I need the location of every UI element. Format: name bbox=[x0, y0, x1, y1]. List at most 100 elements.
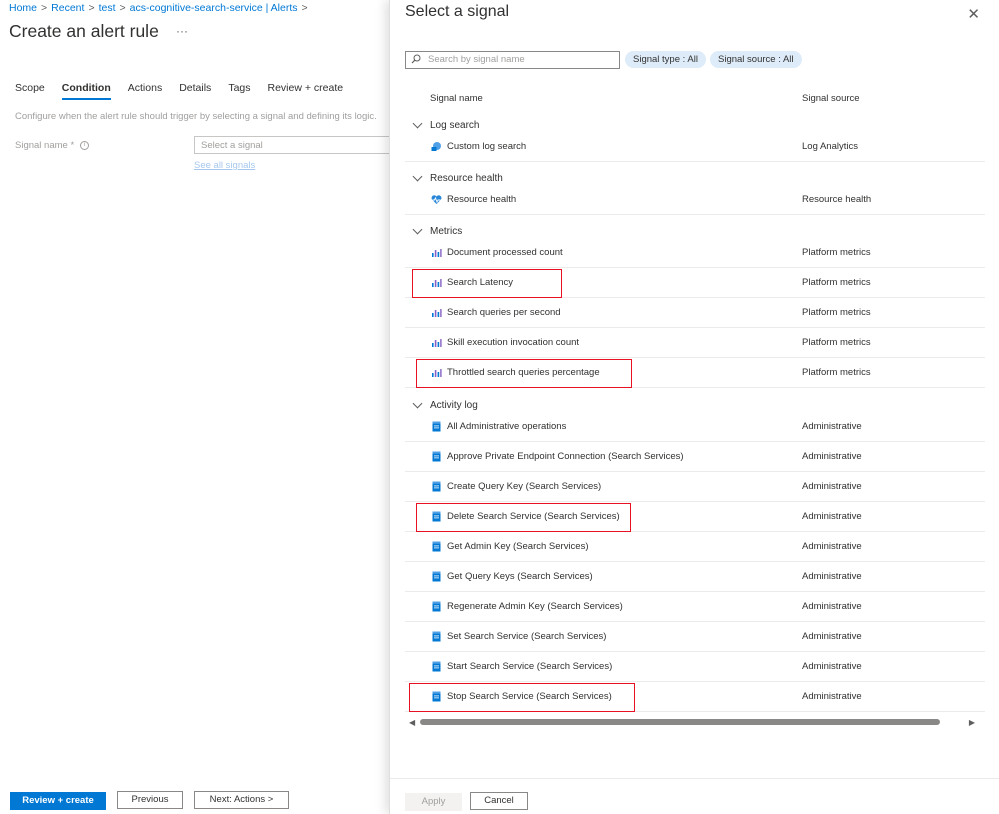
wizard-tabs: Scope Condition Actions Details Tags Rev… bbox=[15, 82, 360, 100]
create-alert-rule-blade: Home > Recent > test > acs-cognitive-search-se… bbox=[0, 0, 389, 814]
signal-row[interactable]: All Administrative operations Administrat… bbox=[405, 412, 985, 442]
metric-icon bbox=[431, 307, 442, 318]
signal-name: Search queries per second bbox=[447, 307, 561, 318]
signal-source: Platform metrics bbox=[802, 367, 871, 378]
next-actions-button[interactable]: Next: Actions > bbox=[194, 791, 289, 809]
scrollbar-thumb[interactable] bbox=[420, 719, 940, 725]
signal-source: Resource health bbox=[802, 194, 872, 205]
activity-log-icon bbox=[431, 451, 442, 462]
column-header-signal-name[interactable]: Signal name bbox=[430, 93, 483, 104]
panel-title: Select a signal bbox=[405, 3, 510, 20]
see-all-signals-link[interactable]: See all signals bbox=[194, 160, 255, 171]
activity-log-icon bbox=[431, 601, 442, 612]
signal-row[interactable]: Create Query Key (Search Services) Admini… bbox=[405, 472, 985, 502]
signal-name: Set Search Service (Search Services) bbox=[447, 631, 607, 642]
breadcrumb-home[interactable]: Home bbox=[9, 2, 37, 14]
signal-row[interactable]: Start Search Service (Search Services) Ad… bbox=[405, 652, 985, 682]
activity-log-icon bbox=[431, 541, 442, 552]
group-label: Metrics bbox=[430, 226, 463, 237]
group-label: Activity log bbox=[430, 400, 478, 411]
signal-source: Platform metrics bbox=[802, 337, 871, 348]
signal-source: Administrative bbox=[802, 481, 862, 492]
tab-review-create[interactable]: Review + create bbox=[268, 82, 344, 100]
signal-source: Administrative bbox=[802, 631, 862, 642]
close-icon[interactable]: ✕ bbox=[967, 5, 980, 23]
signal-select[interactable]: Select a signal bbox=[194, 136, 389, 154]
footer-divider bbox=[390, 778, 999, 779]
signal-row[interactable]: Custom log search Log Analytics bbox=[405, 132, 985, 162]
more-options-button[interactable]: ··· bbox=[176, 24, 188, 38]
signal-name: Get Query Keys (Search Services) bbox=[447, 571, 593, 582]
signal-row[interactable]: Skill execution invocation count Platform… bbox=[405, 328, 985, 358]
signal-source: Platform metrics bbox=[802, 247, 871, 258]
signal-source: Administrative bbox=[802, 451, 862, 462]
signal-source: Administrative bbox=[802, 421, 862, 432]
signal-row[interactable]: Approve Private Endpoint Connection (Sea… bbox=[405, 442, 985, 472]
signal-row[interactable]: Get Admin Key (Search Services) Administr… bbox=[405, 532, 985, 562]
signal-source: Administrative bbox=[802, 661, 862, 672]
group-label: Log search bbox=[430, 120, 480, 131]
signal-search-input[interactable]: Search by signal name bbox=[405, 51, 620, 69]
signal-name-label-text: Signal name * bbox=[15, 140, 75, 151]
breadcrumb-alerts[interactable]: acs-cognitive-search-service | Alerts bbox=[130, 2, 298, 14]
signal-source: Administrative bbox=[802, 601, 862, 612]
tab-condition[interactable]: Condition bbox=[61, 82, 111, 100]
signal-name: Skill execution invocation count bbox=[447, 337, 580, 348]
tab-actions[interactable]: Actions bbox=[128, 82, 162, 100]
apply-button[interactable]: Apply bbox=[405, 793, 462, 811]
info-icon[interactable]: i bbox=[80, 140, 90, 150]
signal-name: All Administrative operations bbox=[447, 421, 567, 432]
activity-log-icon bbox=[431, 661, 442, 672]
signal-name: Regenerate Admin Key (Search Services) bbox=[447, 601, 623, 612]
signal-row[interactable]: Set Search Service (Search Services) Admi… bbox=[405, 622, 985, 652]
activity-log-icon bbox=[431, 631, 442, 642]
signal-name: Approve Private Endpoint Connection (Sea… bbox=[447, 451, 684, 462]
review-create-button[interactable]: Review + create bbox=[10, 792, 106, 810]
cancel-button[interactable]: Cancel bbox=[470, 792, 528, 810]
signal-row[interactable]: Document processed count Platform metrics bbox=[405, 238, 985, 268]
highlight-box bbox=[416, 503, 631, 532]
chevron-down-icon[interactable] bbox=[412, 171, 423, 182]
tab-tags[interactable]: Tags bbox=[228, 82, 250, 100]
signal-name: Custom log search bbox=[447, 141, 527, 152]
signal-type-filter[interactable]: Signal type : All bbox=[625, 51, 706, 68]
activity-log-icon bbox=[431, 571, 442, 582]
chevron-down-icon[interactable] bbox=[412, 118, 423, 129]
chevron-down-icon[interactable] bbox=[412, 224, 423, 235]
breadcrumb: Home > Recent > test > acs-cognitive-search-se… bbox=[9, 2, 308, 14]
activity-log-icon bbox=[431, 421, 442, 432]
signal-row[interactable]: Regenerate Admin Key (Search Services) Ad… bbox=[405, 592, 985, 622]
signal-name: Document processed count bbox=[447, 247, 563, 258]
horizontal-scrollbar[interactable]: ◀ ▶ bbox=[405, 717, 975, 727]
breadcrumb-recent[interactable]: Recent bbox=[51, 2, 84, 14]
signal-row[interactable]: Get Query Keys (Search Services) Administ… bbox=[405, 562, 985, 592]
signal-name: Create Query Key (Search Services) bbox=[447, 481, 602, 492]
previous-button[interactable]: Previous bbox=[117, 791, 183, 809]
search-placeholder: Search by signal name bbox=[428, 54, 525, 65]
select-signal-panel: Select a signal ✕ Search by signal name … bbox=[389, 0, 999, 814]
signal-name-label: Signal name * i bbox=[15, 140, 90, 151]
metric-icon bbox=[431, 337, 442, 348]
page-title: Create an alert rule bbox=[9, 21, 159, 41]
condition-description: Configure when the alert rule should tri… bbox=[15, 111, 377, 122]
heart-icon bbox=[431, 194, 442, 205]
signal-source-filter[interactable]: Signal source : All bbox=[710, 51, 802, 68]
chevron-down-icon[interactable] bbox=[412, 398, 423, 409]
signal-source: Log Analytics bbox=[802, 141, 858, 152]
tab-scope[interactable]: Scope bbox=[15, 82, 45, 100]
scroll-right-icon[interactable]: ▶ bbox=[969, 718, 975, 727]
signal-source: Administrative bbox=[802, 511, 862, 522]
signal-source: Administrative bbox=[802, 541, 862, 552]
signal-source: Administrative bbox=[802, 691, 862, 702]
signal-row[interactable]: Resource health Resource health bbox=[405, 185, 985, 215]
tab-details[interactable]: Details bbox=[179, 82, 211, 100]
group-label: Resource health bbox=[430, 173, 503, 184]
signal-source: Administrative bbox=[802, 571, 862, 582]
breadcrumb-test[interactable]: test bbox=[99, 2, 116, 14]
scroll-left-icon[interactable]: ◀ bbox=[409, 718, 415, 727]
signal-row[interactable]: Search queries per second Platform metric… bbox=[405, 298, 985, 328]
column-header-signal-source[interactable]: Signal source bbox=[802, 93, 860, 104]
search-icon bbox=[411, 54, 421, 64]
highlight-box bbox=[409, 683, 635, 712]
signal-name: Resource health bbox=[447, 194, 517, 205]
